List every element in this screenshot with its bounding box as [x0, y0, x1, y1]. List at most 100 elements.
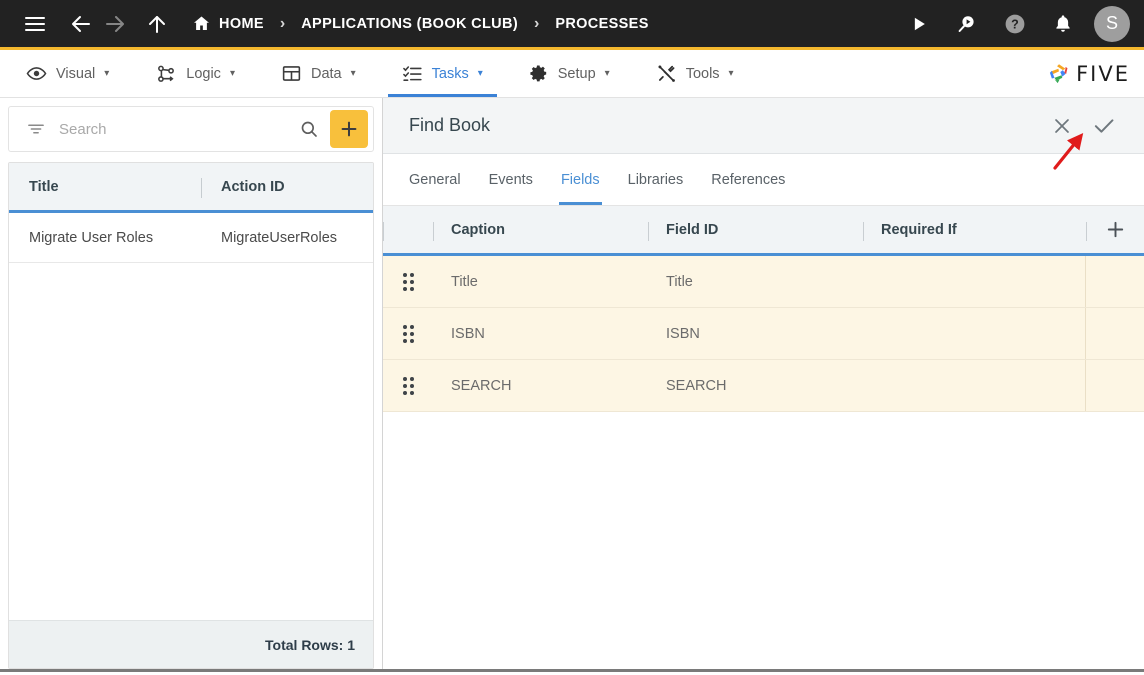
- breadcrumb-item-processes[interactable]: PROCESSES: [555, 16, 648, 32]
- breadcrumb-item-home[interactable]: HOME: [192, 14, 264, 33]
- menu-item-label: Logic: [186, 65, 221, 82]
- run-icon[interactable]: [902, 7, 936, 41]
- workspace: Title Action ID Migrate User Roles Migra…: [0, 98, 1144, 672]
- five-logo: FIVE: [1046, 61, 1130, 87]
- eye-icon: [26, 63, 47, 84]
- detail-header: Find Book: [383, 98, 1144, 154]
- tab-label: Events: [488, 171, 533, 188]
- column-header-field-id[interactable]: Field ID: [648, 206, 863, 253]
- add-process-button[interactable]: [330, 110, 368, 148]
- fields-table-body: Title Title ISBN ISBN SEARCH SEARCH: [383, 256, 1144, 669]
- total-rows-label: Total Rows: 1: [265, 636, 355, 653]
- help-icon[interactable]: ?: [998, 7, 1032, 41]
- breadcrumb-label: PROCESSES: [555, 15, 649, 32]
- breadcrumb-label: APPLICATIONS (BOOK CLUB): [301, 15, 518, 32]
- top-bar-actions: ? S: [902, 5, 1130, 42]
- cell-caption: Title: [451, 273, 478, 290]
- menu-item-label: Setup: [557, 65, 596, 82]
- fields-table: Caption Field ID Required If Title Title: [383, 206, 1144, 669]
- table-row[interactable]: SEARCH SEARCH: [383, 360, 1144, 412]
- add-field-button[interactable]: [1086, 206, 1144, 253]
- menu-item-label: Data: [310, 65, 342, 82]
- search-bar: [8, 106, 374, 152]
- svg-text:?: ?: [1011, 17, 1019, 31]
- chevron-down-icon: ▾: [604, 67, 610, 79]
- top-bar: HOME › APPLICATIONS (BOOK CLUB) › PROCES…: [0, 0, 1144, 50]
- processes-grid-body: Migrate User Roles MigrateUserRoles: [9, 213, 373, 620]
- cell-field-id: ISBN: [666, 325, 700, 342]
- menu-item-label: Tasks: [431, 65, 469, 82]
- detail-tabs: General Events Fields Libraries Referenc…: [383, 154, 1144, 206]
- tab-fields[interactable]: Fields: [547, 154, 614, 205]
- column-divider: [1085, 256, 1086, 307]
- chevron-down-icon: ▾: [728, 67, 734, 79]
- tab-general[interactable]: General: [395, 154, 475, 205]
- search-icon[interactable]: [294, 114, 324, 144]
- tasklist-icon: [402, 63, 423, 84]
- column-header-required-if[interactable]: Required If: [863, 206, 1086, 253]
- breadcrumb-label: HOME: [219, 15, 264, 32]
- notifications-icon[interactable]: [1046, 7, 1080, 41]
- up-arrow-icon[interactable]: [140, 7, 174, 41]
- column-header-caption[interactable]: Caption: [433, 206, 648, 253]
- column-divider: [1085, 308, 1086, 359]
- breadcrumb: HOME › APPLICATIONS (BOOK CLUB) › PROCES…: [192, 14, 902, 33]
- hamburger-menu-icon[interactable]: [18, 7, 52, 41]
- menu-item-tools[interactable]: Tools ▾: [642, 50, 748, 97]
- tab-label: References: [711, 171, 786, 188]
- breadcrumb-separator: ›: [279, 14, 286, 32]
- back-arrow-icon[interactable]: [64, 7, 98, 41]
- table-icon: [281, 63, 302, 84]
- left-panel: Title Action ID Migrate User Roles Migra…: [0, 98, 382, 669]
- tools-icon: [656, 63, 677, 84]
- menu-item-label: Tools: [685, 65, 720, 82]
- column-divider: [1085, 360, 1086, 411]
- processes-grid: Title Action ID Migrate User Roles Migra…: [8, 162, 374, 669]
- tab-label: Libraries: [627, 171, 684, 188]
- menu-item-visual[interactable]: Visual ▾: [12, 50, 123, 97]
- menu-item-logic[interactable]: Logic ▾: [141, 50, 249, 97]
- gear-icon: [529, 64, 549, 84]
- chevron-down-icon: ▾: [229, 67, 235, 79]
- main-menu-bar: Visual ▾ Logic ▾ Data ▾ Tasks ▾ Setup ▾ …: [0, 50, 1144, 98]
- filter-icon[interactable]: [21, 114, 51, 144]
- drag-handle-icon[interactable]: [383, 272, 433, 291]
- close-icon[interactable]: [1044, 108, 1080, 144]
- page-title: Find Book: [409, 115, 491, 135]
- column-header-action-id[interactable]: Action ID: [201, 163, 373, 210]
- fields-table-header: Caption Field ID Required If: [383, 206, 1144, 256]
- menu-item-data[interactable]: Data ▾: [267, 50, 370, 97]
- column-header-title[interactable]: Title: [9, 163, 201, 210]
- table-row[interactable]: ISBN ISBN: [383, 308, 1144, 360]
- nodes-icon: [155, 63, 177, 85]
- menu-item-setup[interactable]: Setup ▾: [515, 50, 624, 97]
- cell-action-id: MigrateUserRoles: [221, 229, 338, 246]
- tab-events[interactable]: Events: [475, 154, 547, 205]
- menu-item-label: Visual: [56, 65, 96, 82]
- processes-grid-footer: Total Rows: 1: [9, 620, 373, 668]
- breadcrumb-separator: ›: [534, 14, 540, 32]
- tab-label: Fields: [560, 171, 600, 188]
- chevron-down-icon: ▾: [350, 67, 356, 79]
- table-row[interactable]: Title Title: [383, 256, 1144, 308]
- right-panel: Find Book General Events Fields Librarie…: [382, 98, 1144, 669]
- tab-references[interactable]: References: [697, 154, 799, 205]
- menu-item-tasks[interactable]: Tasks ▾: [387, 50, 497, 97]
- search-input[interactable]: [51, 120, 294, 138]
- tab-label: General: [409, 171, 461, 188]
- chevron-down-icon: ▾: [104, 67, 110, 79]
- search-play-icon[interactable]: [950, 7, 984, 41]
- avatar[interactable]: S: [1094, 5, 1130, 42]
- table-row[interactable]: Migrate User Roles MigrateUserRoles: [9, 213, 373, 263]
- avatar-initial: S: [1105, 13, 1118, 33]
- five-logo-mark-icon: [1046, 61, 1072, 87]
- cell-title: Migrate User Roles: [29, 229, 154, 246]
- home-icon: [192, 14, 211, 33]
- cell-field-id: Title: [666, 273, 693, 290]
- drag-handle-icon[interactable]: [383, 324, 433, 343]
- drag-handle-icon[interactable]: [383, 376, 433, 395]
- confirm-check-button[interactable]: [1086, 108, 1122, 144]
- tab-libraries[interactable]: Libraries: [614, 154, 698, 205]
- column-header-drag: [383, 206, 433, 253]
- breadcrumb-item-applications[interactable]: APPLICATIONS (BOOK CLUB): [301, 16, 518, 32]
